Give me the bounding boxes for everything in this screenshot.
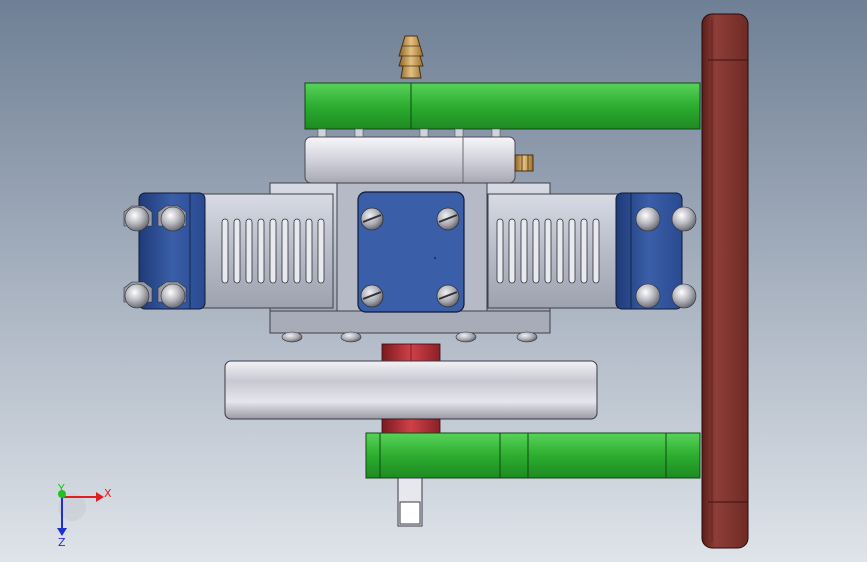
shaft-collar-upper[interactable]	[381, 343, 441, 363]
y-axis-label: Y	[57, 482, 65, 495]
hose-fitting-top[interactable]	[398, 35, 424, 79]
left-cooling-fins	[221, 218, 325, 284]
flywheel[interactable]	[224, 360, 598, 420]
acorn-nut-icon	[671, 206, 697, 232]
acorn-nut-icon	[635, 206, 661, 232]
acorn-nut-icon	[635, 283, 661, 309]
x-axis-label: X	[104, 487, 112, 500]
right-cylinder[interactable]	[487, 193, 619, 309]
screw-icon	[360, 207, 384, 231]
screw-icon	[436, 284, 460, 308]
left-cylinder[interactable]	[202, 193, 334, 309]
right-cooling-fins	[496, 218, 600, 284]
screw-icon	[360, 284, 384, 308]
screw-icon	[436, 207, 460, 231]
hose-fitting-side[interactable]	[514, 154, 534, 172]
acorn-nut-icon	[671, 283, 697, 309]
model-canvas: X Y Z	[0, 0, 867, 562]
cad-viewport[interactable]: X Y Z	[0, 0, 867, 562]
z-axis-label: Z	[58, 536, 66, 549]
bottom-bracket[interactable]	[365, 432, 701, 479]
output-shaft[interactable]	[397, 477, 423, 527]
valve-chest[interactable]	[304, 136, 516, 184]
mounting-plate[interactable]	[701, 13, 749, 549]
top-bracket[interactable]	[304, 82, 701, 130]
